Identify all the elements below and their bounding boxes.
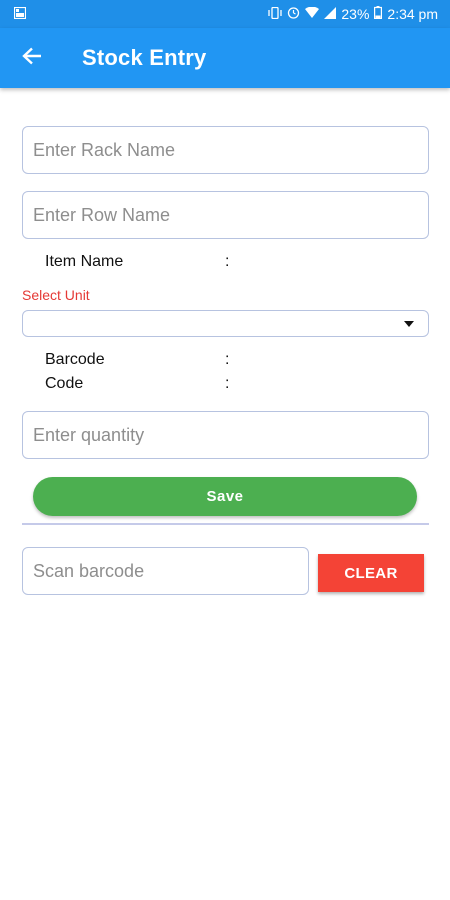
save-button[interactable]: Save	[33, 477, 417, 516]
chevron-down-icon	[404, 321, 414, 327]
barcode-label: Barcode	[45, 351, 105, 368]
quantity-input[interactable]	[22, 411, 429, 459]
code-colon: :	[225, 375, 230, 392]
battery-percent: 23%	[341, 6, 370, 22]
status-bar: 23% 2:34 pm	[0, 0, 450, 28]
page-title: Stock Entry	[82, 45, 207, 70]
select-unit-label: Select Unit	[22, 287, 90, 303]
clear-button[interactable]: CLEAR	[318, 554, 424, 592]
unit-select[interactable]	[22, 310, 429, 337]
wifi-icon	[305, 6, 320, 22]
status-icons: 23% 2:34 pm	[268, 6, 438, 22]
arrow-left-icon	[22, 47, 42, 70]
code-label: Code	[45, 375, 84, 392]
divider	[22, 523, 429, 525]
image-icon	[13, 6, 27, 22]
back-button[interactable]	[4, 28, 60, 88]
barcode-colon: :	[225, 351, 230, 368]
row-name-input[interactable]	[22, 191, 429, 239]
scan-barcode-input[interactable]	[22, 547, 309, 595]
signal-icon	[324, 6, 337, 22]
app-bar: Stock Entry	[0, 28, 450, 88]
item-name-label: Item Name	[45, 253, 124, 270]
vibrate-icon	[268, 6, 283, 22]
rack-name-input[interactable]	[22, 126, 429, 174]
status-time: 2:34 pm	[387, 6, 438, 22]
alarm-icon	[287, 6, 300, 22]
battery-icon	[374, 6, 383, 22]
item-name-colon: :	[225, 253, 230, 270]
